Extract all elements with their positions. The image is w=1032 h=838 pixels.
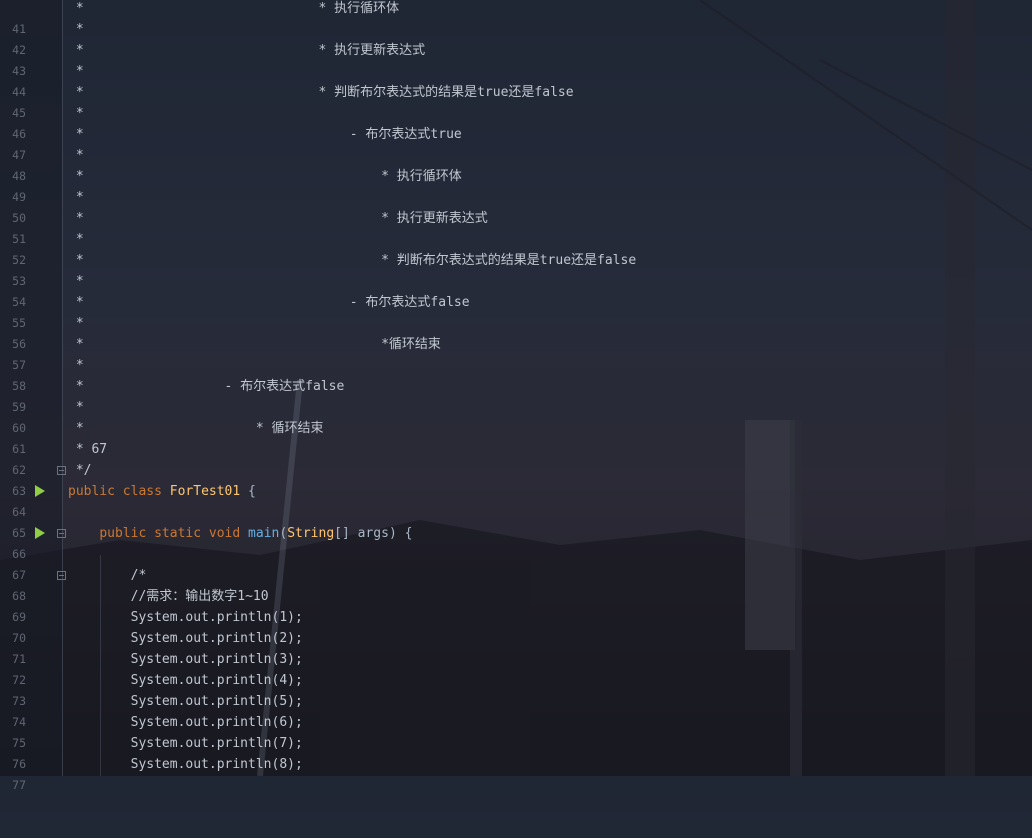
comment-text: System.out.println(5); [68,694,303,709]
comment-text: * * 执行循环体 [68,1,400,16]
punctuation: { [240,484,256,499]
comment-text: /* [68,568,147,583]
comment-text: * [68,22,84,37]
comment-text: * * 判断布尔表达式的结果是true还是false [68,253,637,268]
code-line: 55 * - 布尔表达式false [0,292,1032,330]
code-line: 58 * [0,355,1032,393]
code-line: 56 * [0,313,1032,351]
code-line: 42 * [0,19,1032,57]
keyword: class [122,484,162,499]
code-line: 53 * * 判断布尔表达式的结果是true还是false [0,250,1032,288]
comment-text: * [68,64,84,79]
code-line: 68 /* [0,565,1032,603]
code-line: 44 * [0,61,1032,99]
code-line: 41 * * 执行循环体 [0,0,1032,36]
comment-text: * * 执行循环体 [68,169,462,184]
comment-text: * - 布尔表达式false [68,379,345,394]
code-line: 74 System.out.println(5); [0,691,1032,729]
code-line: 49 * * 执行循环体 [0,166,1032,204]
run-icon[interactable] [35,485,45,497]
comment-text: * [68,400,84,415]
code-line: 72 System.out.println(3); [0,649,1032,687]
fold-icon[interactable] [57,529,66,538]
code-line: 47 * - 布尔表达式true [0,124,1032,162]
code-line: 57 * *循环结束 [0,334,1032,372]
type-name: String [287,526,335,541]
run-icon[interactable] [35,527,45,539]
keyword: void [208,526,241,541]
comment-text: System.out.println(8); [68,757,303,772]
comment-text: * [68,316,84,331]
method-name: main [248,526,280,541]
code-line: 54 * [0,271,1032,309]
code-line: 52 * [0,229,1032,267]
code-line: 43 * * 执行更新表达式 [0,40,1032,78]
comment-text: System.out.println(2); [68,631,303,646]
comment-text: * * 判断布尔表达式的结果是true还是false [68,85,574,100]
code-line: 63 */ [0,460,1032,498]
comment-text: //需求：输出数字1~10 [68,589,269,604]
comment-text: * * 执行更新表达式 [68,43,426,58]
code-line: 45 * * 判断布尔表达式的结果是true还是false [0,82,1032,120]
comment-text: * * 执行更新表达式 [68,211,488,226]
code-line: 66 public static void main(String[] args… [0,523,1032,561]
comment-text: System.out.println(3); [68,652,303,667]
line-number: 77 [12,778,26,792]
keyword: public [68,484,115,499]
keyword: public [99,526,147,541]
code-line: 46 * [0,103,1032,141]
comment-text: * [68,232,84,247]
code-line: 69 //需求：输出数字1~10 [0,586,1032,624]
code-line: 50 * [0,187,1032,225]
code-line: 73 System.out.println(4); [0,670,1032,708]
comment-text: System.out.println(1); [68,610,303,625]
comment-text: * [68,274,84,289]
fold-icon[interactable] [57,466,66,475]
method-declaration: public static void main(String[] args) { [68,523,412,544]
code-line: 62 * 67 [0,439,1032,477]
comment-text: System.out.println(7); [68,736,303,751]
code-line: 70 System.out.println(1); [0,607,1032,645]
comment-text: * - 布尔表达式true [68,127,462,142]
code-line: 65 [0,502,1032,540]
keyword: static [154,526,202,541]
comment-text: * * 循环结束 [68,421,324,436]
code-line: 77 System.out.println(8); [0,754,1032,792]
fold-icon[interactable] [57,571,66,580]
comment-text: */ [68,463,92,478]
comment-text: * [68,190,84,205]
comment-text: * [68,148,84,163]
code-line: 76 System.out.println(7); [0,733,1032,771]
code-line: 59 * - 布尔表达式false [0,376,1032,414]
comment-text: * [68,106,84,121]
class-declaration: public class ForTest01 { [68,481,256,502]
punctuation: ( [279,526,288,541]
code-line: 48 * [0,145,1032,183]
code-line: 60 * [0,397,1032,435]
code-line: 67 [0,544,1032,582]
code-line: 51 * * 执行更新表达式 [0,208,1032,246]
comment-text: * [68,358,84,373]
code-line: 75 System.out.println(6); [0,712,1032,750]
code-line: 71 System.out.println(2); [0,628,1032,666]
class-name: ForTest01 [169,484,241,499]
punctuation: [] args) { [334,526,413,541]
comment-text: System.out.println(6); [68,715,303,730]
comment-text: * 67 [68,442,108,457]
comment-text: * - 布尔表达式false [68,295,470,310]
comment-text: * *循环结束 [68,337,441,352]
comment-text: System.out.println(4); [68,673,303,688]
code-line: 64 public class ForTest01 { [0,481,1032,519]
code-line: 61 * * 循环结束 [0,418,1032,456]
